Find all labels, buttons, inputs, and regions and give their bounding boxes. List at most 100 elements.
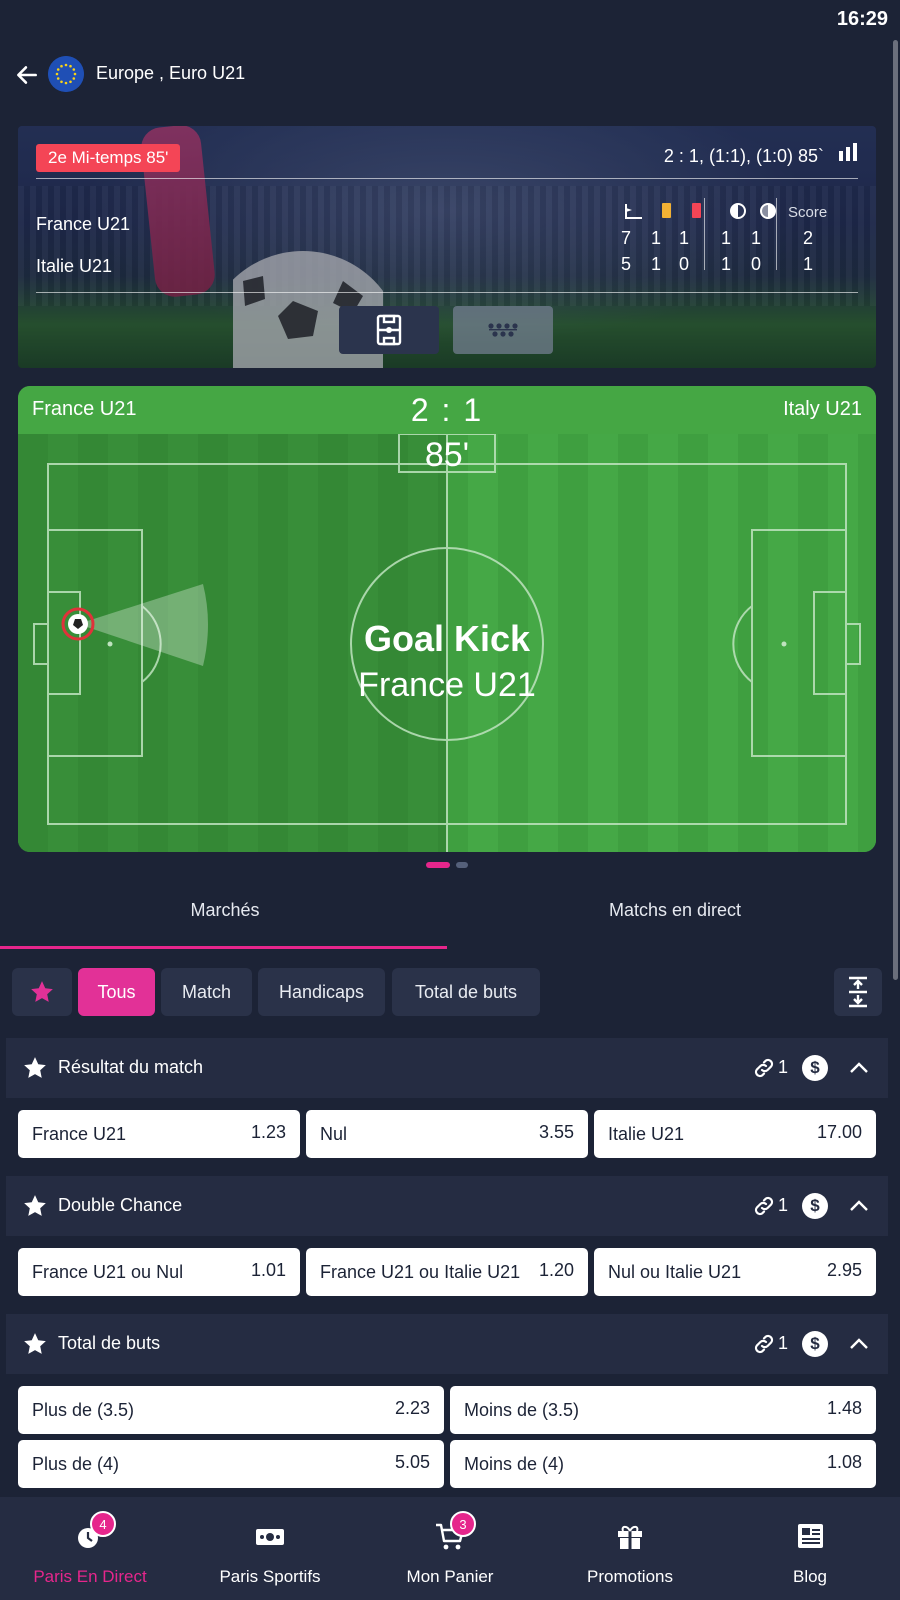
odd-button[interactable]: France U21 1.23	[18, 1110, 300, 1158]
odd-button[interactable]: Plus de (4) 5.05	[18, 1440, 444, 1488]
odd-label: Nul ou Italie U21	[608, 1262, 742, 1282]
chevron-up-icon[interactable]	[848, 1333, 870, 1355]
market-filters: Tous Match Handicaps Total de buts	[0, 968, 900, 1020]
competition-title[interactable]: Europe , Euro U21	[96, 63, 245, 84]
nav-label: Promotions	[587, 1567, 673, 1586]
filter-match[interactable]: Match	[161, 968, 252, 1016]
link-icon[interactable]	[752, 1332, 776, 1356]
event-title: Goal Kick	[363, 618, 531, 659]
nav-blog[interactable]: Blog	[720, 1497, 900, 1600]
tab-pitch-view[interactable]	[339, 306, 439, 354]
link-icon[interactable]	[752, 1194, 776, 1218]
gift-icon	[618, 1525, 642, 1549]
odd-label: Moins de (3.5)	[464, 1400, 580, 1420]
sports-bets-icon	[256, 1529, 284, 1545]
odd-label: France U21 ou Italie U21	[320, 1262, 521, 1282]
corner-icon	[625, 204, 642, 219]
odd-button[interactable]: Italie U21 17.00	[594, 1110, 876, 1158]
yellow-card-icon	[662, 203, 671, 218]
away-first-half: 1	[720, 254, 731, 274]
filter-all[interactable]: Tous	[78, 968, 155, 1016]
collapse-all-button[interactable]	[834, 968, 882, 1016]
nav-promotions[interactable]: Promotions	[540, 1497, 720, 1600]
score-header: Score	[788, 204, 828, 221]
score-summary: 2 : 1, (1:1), (1:0) 85`	[663, 146, 824, 166]
odd-button[interactable]: France U21 ou Italie U21 1.20	[306, 1248, 588, 1296]
pager-dot[interactable]	[456, 862, 468, 868]
odd-label: Plus de (3.5)	[32, 1400, 135, 1420]
collapse-icon	[849, 976, 867, 1008]
stat-separator	[704, 198, 705, 270]
link-count: 1	[777, 1195, 788, 1215]
filter-total-goals[interactable]: Total de buts	[392, 968, 540, 1016]
market-header-total-goals[interactable]: Total de buts 1 $	[6, 1314, 888, 1374]
scrollbar[interactable]	[893, 40, 898, 980]
cashout-icon[interactable]: $	[802, 1331, 828, 1357]
nav-label: Paris En Direct	[33, 1567, 147, 1586]
favorites-filter[interactable]	[12, 968, 72, 1016]
odd-value: 1.20	[538, 1260, 574, 1280]
active-tab-indicator	[0, 946, 447, 949]
match-minute: 85'	[424, 436, 470, 474]
odd-label: Nul	[320, 1124, 348, 1144]
away-red-cards: 0	[678, 254, 689, 274]
odd-label: Plus de (4)	[32, 1454, 120, 1474]
chevron-up-icon[interactable]	[848, 1057, 870, 1079]
chevron-up-icon[interactable]	[848, 1195, 870, 1217]
away-score: 1	[802, 254, 813, 274]
star-icon[interactable]	[22, 1193, 48, 1219]
nav-sports-bets[interactable]: Paris Sportifs	[180, 1497, 360, 1600]
star-icon[interactable]	[22, 1331, 48, 1357]
odd-button[interactable]: Moins de (4) 1.08	[450, 1440, 876, 1488]
odd-button[interactable]: Moins de (3.5) 1.48	[450, 1386, 876, 1434]
home-corners: 7	[620, 228, 631, 248]
away-yellow-cards: 1	[650, 254, 661, 274]
main-tabs: Marchés Matchs en direct	[0, 890, 900, 950]
eu-flag-icon	[48, 56, 84, 92]
odd-label: Moins de (4)	[464, 1454, 565, 1474]
odd-label: France U21 ou Nul	[32, 1262, 184, 1282]
odd-value: 17.00	[816, 1122, 862, 1142]
cashout-icon[interactable]: $	[802, 1193, 828, 1219]
home-second-half: 1	[750, 228, 761, 248]
home-team-name: France U21	[36, 214, 131, 234]
nav-label: Mon Panier	[406, 1567, 494, 1586]
market-title: Double Chance	[58, 1195, 183, 1215]
back-arrow-icon[interactable]	[14, 62, 40, 88]
nav-live-bets[interactable]: 4 Paris En Direct	[0, 1497, 180, 1600]
link-count: 1	[777, 1057, 788, 1077]
odd-button[interactable]: Nul 3.55	[306, 1110, 588, 1158]
pager-dot-active[interactable]	[426, 862, 450, 868]
market-header-match-result[interactable]: Résultat du match 1 $	[6, 1038, 888, 1098]
home-first-half: 1	[720, 228, 731, 248]
divider	[36, 178, 858, 179]
first-half-icon	[730, 203, 746, 219]
tab-markets[interactable]: Marchés	[0, 900, 450, 921]
tab-live-matches[interactable]: Matchs en direct	[450, 900, 900, 921]
bar-chart-icon[interactable]	[838, 142, 858, 162]
market-title: Total de buts	[58, 1333, 161, 1353]
bottom-nav: 4 Paris En Direct Paris Sportifs 3 Mon P…	[0, 1497, 900, 1600]
odd-button[interactable]: France U21 ou Nul 1.01	[18, 1248, 300, 1296]
star-icon[interactable]	[22, 1055, 48, 1081]
cashout-icon[interactable]: $	[802, 1055, 828, 1081]
filter-handicaps[interactable]: Handicaps	[258, 968, 385, 1016]
odd-value: 2.95	[826, 1260, 862, 1280]
link-icon[interactable]	[752, 1056, 776, 1080]
odd-value: 1.01	[250, 1260, 286, 1280]
home-red-cards: 1	[678, 228, 689, 248]
tab-lineups[interactable]	[453, 306, 553, 354]
lineup-icon	[488, 323, 518, 337]
odd-button[interactable]: Plus de (3.5) 2.23	[18, 1386, 444, 1434]
pitch-header: France U21 2 : 1 Italy U21	[18, 386, 876, 434]
pitch-view-icon	[376, 314, 402, 346]
divider	[36, 292, 858, 293]
status-time: 16:29	[836, 8, 888, 30]
odd-label: Italie U21	[608, 1124, 685, 1144]
odd-button[interactable]: Nul ou Italie U21 2.95	[594, 1248, 876, 1296]
nav-cart[interactable]: 3 Mon Panier	[360, 1497, 540, 1600]
odd-value: 1.23	[250, 1122, 286, 1142]
odd-value: 1.08	[826, 1452, 862, 1472]
home-score: 2	[802, 228, 813, 248]
market-header-double-chance[interactable]: Double Chance 1 $	[6, 1176, 888, 1236]
